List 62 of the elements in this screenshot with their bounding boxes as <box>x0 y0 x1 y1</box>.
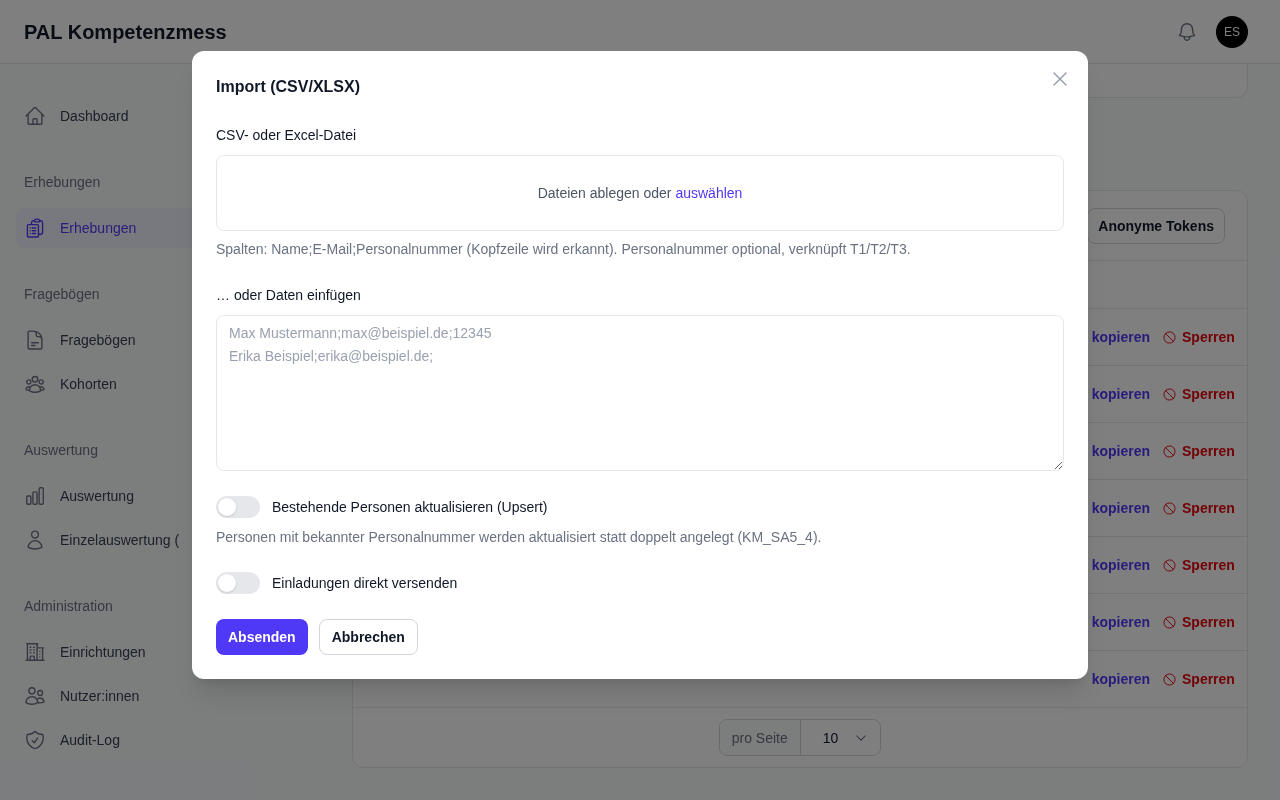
ban-icon <box>1162 614 1177 630</box>
sidebar-section-heading: Administration <box>24 598 113 614</box>
document-icon <box>24 329 46 351</box>
bar-chart-icon <box>24 485 46 507</box>
copy-link[interactable]: kopieren <box>1091 669 1150 689</box>
copy-link[interactable]: kopieren <box>1091 441 1150 461</box>
sidebar-section-heading: Auswertung <box>24 442 98 458</box>
sidebar-item[interactable]: Kohorten <box>16 364 192 404</box>
copy-link[interactable]: kopieren <box>1091 384 1150 404</box>
anonymous-tokens-button[interactable]: Anonyme Tokens <box>1087 207 1225 244</box>
dialog-title: Import (CSV/XLSX) <box>216 77 361 97</box>
help-text: Personen mit bekannter Personalnummer werden aktualisiert statt doppelt angelegt (KM_SA5_4). <box>216 528 823 547</box>
dropzone-hint: Dateien ablegen oder auswählen <box>537 184 743 203</box>
block-link[interactable]: Sperren <box>1162 384 1235 404</box>
ban-icon <box>1162 443 1177 459</box>
user-icon <box>24 529 46 551</box>
shield-check-icon <box>24 729 46 751</box>
paste-data-field[interactable]: Max Mustermann;max@beispiel.de;12345 Erika Beispiel;erika@beispiel.de; <box>216 315 1064 471</box>
copy-link[interactable]: kopieren <box>1091 327 1150 347</box>
sidebar-item[interactable]: Erhebungen <box>16 208 192 248</box>
sidebar-item[interactable]: Dashboard <box>16 96 192 136</box>
help-text: Spalten: Name;E-Mail;Personalnummer (Kopfzeile wird erkannt). Personalnummer optional, verknüpft T1/T2/T3. <box>216 240 912 259</box>
sidebar-section-heading: Fragebögen <box>24 286 100 302</box>
toggle-label: Einladungen direkt versenden <box>272 574 458 593</box>
field-label: CSV- oder Excel-Datei <box>216 127 357 143</box>
block-link[interactable]: Sperren <box>1162 441 1235 461</box>
block-link[interactable]: Sperren <box>1162 555 1235 575</box>
users-icon <box>24 685 46 707</box>
sidebar-item[interactable]: Nutzer:innen <box>16 676 192 716</box>
block-link[interactable]: Sperren <box>1162 327 1235 347</box>
ban-icon <box>1162 671 1177 687</box>
home-icon <box>24 105 46 127</box>
sidebar-item[interactable]: Fragebögen <box>16 320 192 360</box>
select-files-link[interactable]: auswählen <box>675 185 743 201</box>
submit-button[interactable]: Absenden <box>216 619 308 655</box>
ban-icon <box>1162 329 1177 345</box>
people-icon <box>24 373 46 395</box>
block-link[interactable]: Sperren <box>1162 612 1235 632</box>
app-title: PAL Kompetenzmess <box>24 19 227 45</box>
user-avatar[interactable]: ES <box>1216 15 1248 48</box>
ban-icon <box>1162 500 1177 516</box>
sidebar-item[interactable]: Auswertung <box>16 476 192 516</box>
sidebar-section-heading: Erhebungen <box>24 174 101 190</box>
sidebar-item[interactable]: Audit-Log <box>16 720 192 760</box>
copy-link[interactable]: kopieren <box>1091 612 1150 632</box>
file-dropzone[interactable]: Dateien ablegen oder auswählen <box>216 155 1064 231</box>
ban-icon <box>1162 386 1177 402</box>
building-icon <box>24 641 46 663</box>
sidebar-item[interactable]: Einzelauswertung ( <box>16 520 192 560</box>
block-link[interactable]: Sperren <box>1162 498 1235 518</box>
toggle-switch[interactable] <box>216 496 260 518</box>
copy-link[interactable]: kopieren <box>1091 498 1150 518</box>
field-label: … oder Daten einfügen <box>216 287 361 303</box>
block-link[interactable]: Sperren <box>1162 669 1235 689</box>
sidebar-item[interactable]: Einrichtungen <box>16 632 192 672</box>
copy-link[interactable]: kopieren <box>1091 555 1150 575</box>
bell-icon[interactable] <box>1176 20 1198 43</box>
toggle-switch[interactable] <box>216 572 260 594</box>
ban-icon <box>1162 557 1177 573</box>
toggle-label: Bestehende Personen aktualisieren (Upsert) <box>272 498 548 517</box>
clipboard-icon <box>24 217 46 239</box>
cancel-button[interactable]: Abbrechen <box>318 619 418 655</box>
